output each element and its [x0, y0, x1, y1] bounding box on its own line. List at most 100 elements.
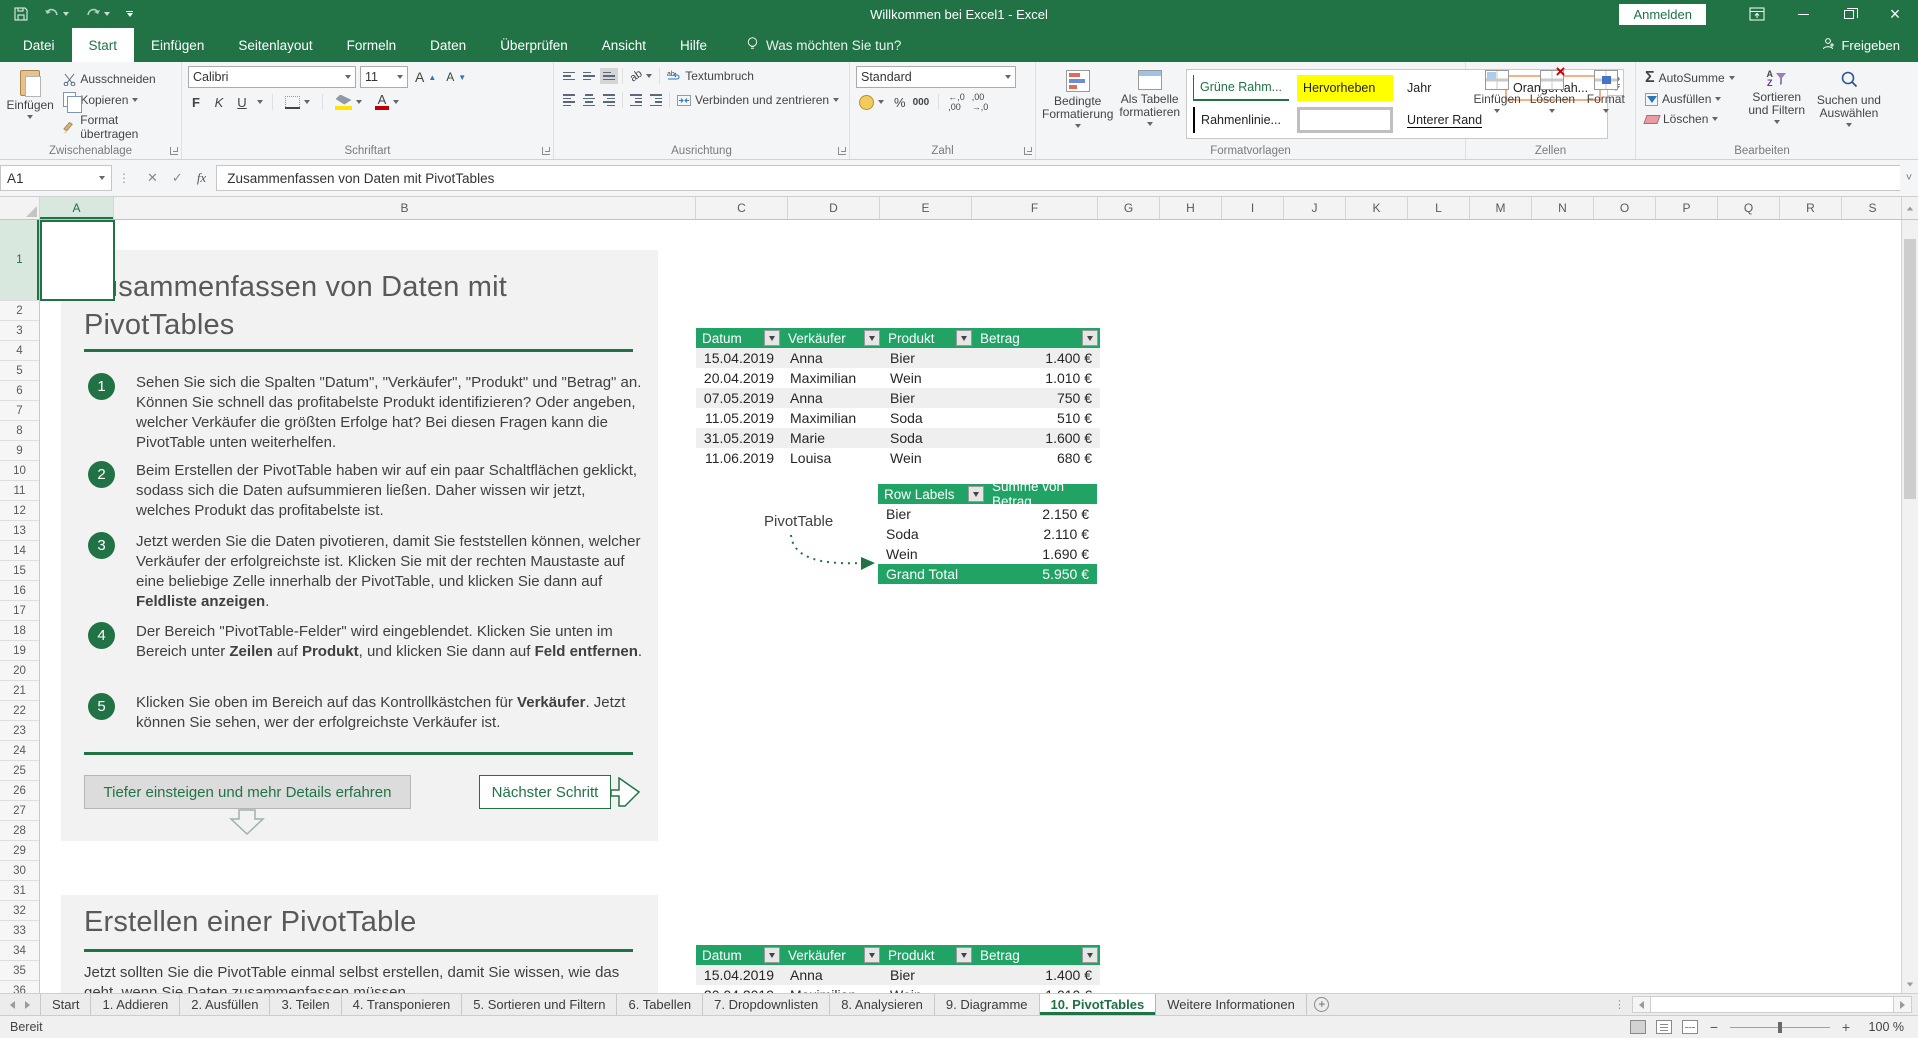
sheet-tab-start[interactable]: Start: [41, 994, 91, 1015]
row-header-17[interactable]: 17: [0, 601, 39, 621]
column-header-H[interactable]: H: [1160, 197, 1222, 219]
row-header-20[interactable]: 20: [0, 661, 39, 681]
italic-button[interactable]: K: [211, 95, 227, 110]
align-middle-icon[interactable]: [580, 68, 598, 85]
customize-qat-icon[interactable]: [126, 11, 133, 17]
sheet-tab-10-pivottables[interactable]: 10. PivotTables: [1040, 994, 1157, 1015]
align-bottom-icon[interactable]: [600, 68, 618, 85]
hscroll-right-button[interactable]: [1894, 997, 1911, 1012]
filter-button[interactable]: [864, 330, 880, 346]
minimize-button[interactable]: [1780, 0, 1826, 28]
close-button[interactable]: ×: [1872, 0, 1918, 28]
ribbon-tab-seitenlayout[interactable]: Seitenlayout: [221, 28, 329, 62]
undo-icon[interactable]: [44, 8, 69, 20]
formula-input[interactable]: Zusammenfassen von Daten mit PivotTables: [216, 165, 1900, 191]
filter-button[interactable]: [956, 947, 972, 963]
column-header-B[interactable]: B: [114, 197, 696, 219]
number-dialog-launcher[interactable]: [1024, 147, 1032, 155]
ribbon-tab-datei[interactable]: Datei: [6, 28, 72, 62]
column-header-E[interactable]: E: [880, 197, 972, 219]
row-header-26[interactable]: 26: [0, 781, 39, 801]
row-header-6[interactable]: 6: [0, 381, 39, 401]
prev-sheet-icon[interactable]: [10, 1001, 15, 1009]
align-center-icon[interactable]: [580, 90, 598, 110]
page-break-view-icon[interactable]: [1682, 1020, 1698, 1034]
row-header-2[interactable]: 2: [0, 301, 39, 321]
sheet-tab-4-transponieren[interactable]: 4. Transponieren: [342, 994, 463, 1015]
row-header-22[interactable]: 22: [0, 701, 39, 721]
row-header-36[interactable]: 36: [0, 981, 39, 993]
row-header-11[interactable]: 11: [0, 481, 39, 501]
column-header-A[interactable]: A: [40, 197, 114, 219]
page-layout-view-icon[interactable]: [1656, 1020, 1672, 1034]
vscroll-thumb[interactable]: [1904, 239, 1916, 499]
filter-button[interactable]: [956, 330, 972, 346]
row-header-8[interactable]: 8: [0, 421, 39, 441]
row-header-31[interactable]: 31: [0, 881, 39, 901]
clipboard-dialog-launcher[interactable]: [170, 147, 178, 155]
zoom-in-button[interactable]: +: [1840, 1019, 1852, 1035]
row-header-34[interactable]: 34: [0, 941, 39, 961]
underline-button[interactable]: U: [234, 95, 250, 110]
sheet-canvas[interactable]: Zusammenfassen von Daten mit PivotTables…: [40, 220, 1901, 993]
expand-formula-bar-icon[interactable]: ˅: [1900, 172, 1918, 184]
row-header-28[interactable]: 28: [0, 821, 39, 841]
format-cells-button[interactable]: Format: [1583, 66, 1629, 141]
column-header-M[interactable]: M: [1470, 197, 1532, 219]
column-header-C[interactable]: C: [696, 197, 788, 219]
merge-center-button[interactable]: Verbinden und zentrieren: [674, 92, 842, 108]
increase-indent-icon[interactable]: [647, 90, 665, 110]
ribbon-tab-start[interactable]: Start: [72, 28, 135, 62]
insert-function-icon[interactable]: fx: [197, 170, 206, 186]
number-format-select[interactable]: Standard: [856, 66, 1016, 88]
font-dialog-launcher[interactable]: [542, 147, 550, 155]
column-header-K[interactable]: K: [1346, 197, 1408, 219]
horizontal-scrollbar[interactable]: [1632, 996, 1912, 1013]
row-header-27[interactable]: 27: [0, 801, 39, 821]
row-header-15[interactable]: 15: [0, 561, 39, 581]
row-header-33[interactable]: 33: [0, 921, 39, 941]
row-header-16[interactable]: 16: [0, 581, 39, 601]
ribbon-display-options-icon[interactable]: [1734, 0, 1780, 28]
insert-cells-button[interactable]: Einfügen: [1472, 66, 1522, 141]
borders-button[interactable]: [282, 95, 313, 110]
column-header-F[interactable]: F: [972, 197, 1098, 219]
clear-button[interactable]: Löschen: [1642, 111, 1738, 127]
row-header-32[interactable]: 32: [0, 901, 39, 921]
row-header-4[interactable]: 4: [0, 341, 39, 361]
zoom-slider-thumb[interactable]: [1778, 1022, 1782, 1033]
align-top-icon[interactable]: [560, 68, 578, 85]
row-header-14[interactable]: 14: [0, 541, 39, 561]
confirm-entry-icon[interactable]: ✓: [172, 170, 183, 186]
fill-button[interactable]: Ausfüllen: [1642, 91, 1738, 107]
alignment-dialog-launcher[interactable]: [838, 147, 846, 155]
vscroll-top-button[interactable]: [1901, 197, 1918, 219]
copy-button[interactable]: Kopieren: [60, 91, 175, 108]
vscroll-down-button[interactable]: [1902, 976, 1918, 993]
bold-button[interactable]: F: [188, 95, 204, 110]
next-step-button[interactable]: Nächster Schritt: [479, 775, 611, 809]
column-header-G[interactable]: G: [1098, 197, 1160, 219]
column-header-Q[interactable]: Q: [1718, 197, 1780, 219]
filter-button[interactable]: [968, 486, 984, 502]
align-right-icon[interactable]: [600, 90, 618, 110]
sheet-tab-1-addieren[interactable]: 1. Addieren: [91, 994, 180, 1015]
zoom-level[interactable]: 100 %: [1862, 1020, 1904, 1034]
row-header-13[interactable]: 13: [0, 521, 39, 541]
hscroll-left-button[interactable]: [1633, 997, 1650, 1012]
column-header-J[interactable]: J: [1284, 197, 1346, 219]
font-color-button[interactable]: A: [372, 93, 402, 111]
filter-button[interactable]: [764, 947, 780, 963]
sheet-tab-8-analysieren[interactable]: 8. Analysieren: [830, 994, 935, 1015]
decrease-font-icon[interactable]: A▼: [443, 69, 469, 85]
name-box[interactable]: A1: [0, 165, 112, 191]
cell-style-green-frame[interactable]: Grüne Rahm...: [1193, 75, 1289, 101]
redo-icon[interactable]: [85, 8, 110, 20]
underline-caret[interactable]: [257, 100, 263, 104]
column-header-S[interactable]: S: [1842, 197, 1901, 219]
row-header-12[interactable]: 12: [0, 501, 39, 521]
conditional-formatting-button[interactable]: Bedingte Formatierung: [1042, 66, 1113, 141]
tell-me-search[interactable]: Was möchten Sie tun?: [746, 28, 901, 62]
format-painter-button[interactable]: Format übertragen: [60, 112, 175, 142]
ribbon-tab-daten[interactable]: Daten: [413, 28, 483, 62]
